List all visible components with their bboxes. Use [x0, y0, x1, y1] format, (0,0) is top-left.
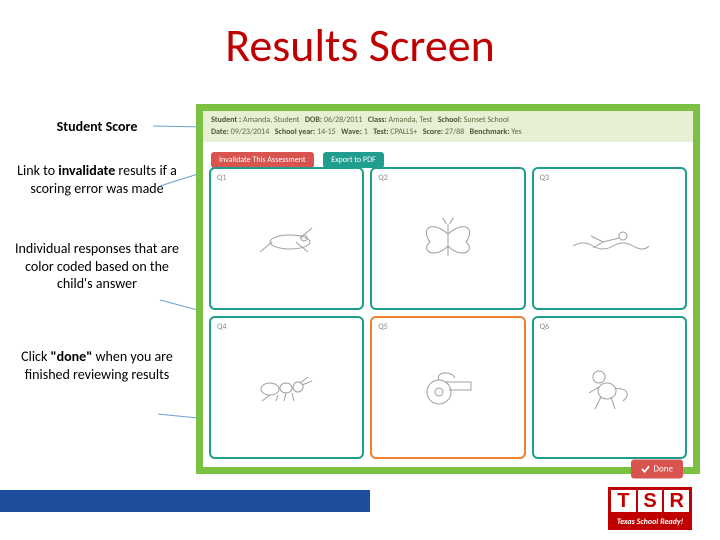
grasshopper-icon [252, 222, 322, 256]
card-label: Q2 [378, 173, 387, 183]
card-label: Q5 [378, 322, 387, 332]
annot-student-score: Student Score [12, 118, 182, 136]
annot-responses: Individual responses that are color code… [12, 240, 182, 293]
info-header: Student : Amanda, Student DOB: 06/28/201… [203, 111, 693, 142]
footer-bar [0, 490, 370, 512]
annot-done: Click "done" when you are finished revie… [12, 348, 182, 383]
results-screenshot: Student : Amanda, Student DOB: 06/28/201… [196, 104, 700, 474]
response-card[interactable]: Q2 [370, 167, 525, 310]
export-pdf-button[interactable]: Export to PDF [323, 152, 383, 168]
card-label: Q4 [217, 322, 226, 332]
whistle-icon [415, 368, 481, 408]
logo-letter: R [664, 490, 689, 512]
card-label: Q1 [217, 173, 226, 183]
response-card[interactable]: Q1 [209, 167, 364, 310]
response-grid: Q1 Q2 Q3 Q4 Q5 Q6 [209, 167, 687, 459]
response-card[interactable]: Q6 [532, 316, 687, 459]
annot-invalidate: Link to invalidate results if a scoring … [12, 162, 182, 197]
monkey-icon [581, 365, 637, 411]
logo-letter: S [638, 490, 663, 512]
butterfly-icon [418, 216, 478, 262]
logo-letter: T [611, 490, 636, 512]
ant-icon [252, 373, 322, 403]
card-label: Q3 [540, 173, 549, 183]
response-card[interactable]: Q5 [370, 316, 525, 459]
check-icon [641, 465, 650, 474]
done-button[interactable]: Done [631, 460, 684, 479]
page-title: Results Screen [0, 18, 720, 74]
response-card[interactable]: Q3 [532, 167, 687, 310]
invalidate-button[interactable]: Invalidate This Assessment [211, 152, 314, 168]
response-card[interactable]: Q4 [209, 316, 364, 459]
logo-subtitle: Texas School Ready! [608, 515, 692, 530]
tsr-logo: T S R Texas School Ready! [608, 487, 692, 530]
swimmer-icon [569, 224, 649, 254]
card-label: Q6 [540, 322, 549, 332]
